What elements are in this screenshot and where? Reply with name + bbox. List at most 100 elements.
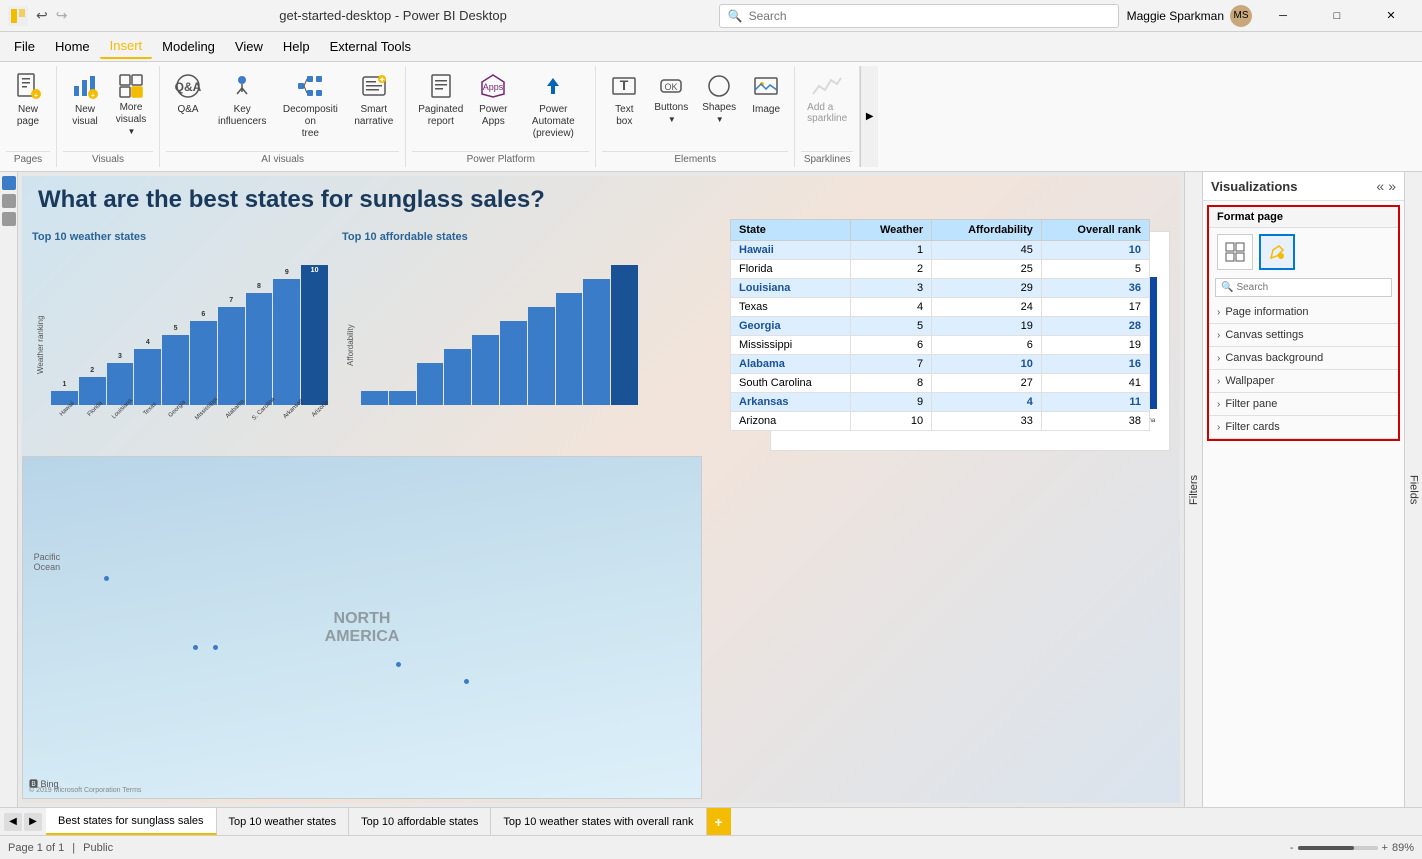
accordion-canvas-background[interactable]: › Canvas background (1209, 347, 1398, 370)
accordion-filter-pane[interactable]: › Filter pane (1209, 393, 1398, 416)
filters-panel[interactable]: Filters (1184, 172, 1202, 807)
svg-text:T: T (620, 77, 629, 93)
left-chart-xlabels: Hawaii Florida Louisiana Texas Georgia M… (32, 407, 332, 413)
accordion-filter-cards[interactable]: › Filter cards (1209, 416, 1398, 439)
page-info: Page 1 of 1 (8, 842, 64, 854)
minimize-button[interactable]: ─ (1260, 0, 1306, 32)
paginated-report-button[interactable]: Paginatedreport (412, 66, 469, 132)
ribbon-group-pages: + Newpage Pages (0, 66, 57, 167)
format-search-box[interactable]: 🔍 (1215, 278, 1392, 297)
add-tab-button[interactable]: + (707, 808, 731, 835)
zoom-minus[interactable]: - (1290, 842, 1294, 854)
decomposition-tree-button[interactable]: Decompositiontree (274, 66, 346, 144)
new-visual-icon: + (69, 70, 101, 102)
text-box-button[interactable]: T Textbox (602, 66, 646, 132)
zoom-bar[interactable] (1298, 846, 1378, 850)
accordion-wallpaper[interactable]: › Wallpaper (1209, 370, 1398, 393)
separator: | (72, 842, 75, 854)
menu-bar: File Home Insert Modeling View Help Exte… (0, 32, 1422, 62)
state-cell: Georgia (731, 317, 851, 336)
pages-icon[interactable] (2, 176, 16, 190)
ribbon-scroll-right[interactable]: ▶ (860, 66, 878, 167)
table-row: Hawaii14510 (731, 241, 1150, 260)
viz-panel-header: Visualizations « » (1203, 172, 1404, 201)
title-bar: ↩ ↪ get-started-desktop - Power BI Deskt… (0, 0, 1422, 32)
viz-panel-expand-right[interactable]: » (1388, 178, 1396, 194)
buttons-icon: OK (655, 70, 687, 102)
menu-insert[interactable]: Insert (100, 34, 153, 59)
decomposition-tree-icon (294, 70, 326, 102)
zoom-plus[interactable]: + (1382, 842, 1388, 854)
menu-view[interactable]: View (225, 35, 273, 58)
fields-panel[interactable]: Fields (1404, 172, 1422, 807)
canvas-background-label: Canvas background (1225, 352, 1323, 364)
tab-nav-right[interactable]: ▶ (24, 813, 42, 831)
tab-affordable-states[interactable]: Top 10 affordable states (349, 808, 491, 835)
viz-panel-collapse-left[interactable]: « (1376, 178, 1384, 194)
tab-best-states[interactable]: Best states for sunglass sales (46, 808, 217, 835)
power-platform-group-label: Power Platform (412, 151, 589, 167)
table-row: Mississippi6619 (731, 336, 1150, 355)
more-visuals-button[interactable]: Morevisuals ▼ (109, 66, 153, 140)
tab-nav-left[interactable]: ◀ (4, 813, 22, 831)
ribbon-group-visuals: + Newvisual Morevisuals ▼ Visuals (57, 66, 160, 167)
format-page-paint-icon[interactable] (1259, 234, 1295, 270)
state-cell: Hawaii (731, 241, 851, 260)
left-panel (0, 172, 18, 807)
image-button[interactable]: Image (744, 66, 788, 120)
buttons-button[interactable]: OK Buttons ▼ (648, 66, 694, 128)
new-visual-button[interactable]: + Newvisual (63, 66, 107, 132)
bar-alabama: 7 (218, 307, 245, 405)
search-bar[interactable]: 🔍 (719, 4, 1119, 28)
left-icon-2[interactable] (2, 194, 16, 208)
more-visuals-icon (115, 70, 147, 102)
close-button[interactable]: ✕ (1368, 0, 1414, 32)
tab-overall-rank[interactable]: Top 10 weather states with overall rank (491, 808, 706, 835)
left-icon-3[interactable] (2, 212, 16, 226)
redo-btn[interactable]: ↪ (56, 7, 68, 24)
accordion-canvas-settings[interactable]: › Canvas settings (1209, 324, 1398, 347)
accordion-page-information[interactable]: › Page information (1209, 301, 1398, 324)
buttons-chevron: ▼ (668, 115, 676, 124)
filters-label: Filters (1188, 475, 1200, 505)
image-label: Image (752, 104, 780, 116)
tab-weather-states[interactable]: Top 10 weather states (217, 808, 350, 835)
add-sparkline-icon (811, 70, 843, 102)
maximize-button[interactable]: □ (1314, 0, 1360, 32)
add-sparkline-button[interactable]: Add asparkline (801, 66, 853, 128)
rbar-1 (361, 391, 388, 405)
power-automate-button[interactable]: Power Automate(preview) (517, 66, 589, 144)
decomposition-tree-label: Decompositiontree (280, 104, 340, 140)
text-box-label: Textbox (615, 104, 633, 128)
chevron-right-icon: › (1217, 307, 1220, 318)
shapes-button[interactable]: Shapes ▼ (696, 66, 742, 128)
table-row: Arkansas9411 (731, 393, 1150, 412)
col-affordability: Affordability (932, 220, 1042, 241)
format-page-grid-icon[interactable] (1217, 234, 1253, 270)
menu-home[interactable]: Home (45, 35, 100, 58)
svg-text:Apps: Apps (483, 82, 504, 92)
new-page-button[interactable]: + Newpage (6, 66, 50, 132)
ribbon-pages-items: + Newpage (6, 66, 50, 149)
menu-help[interactable]: Help (273, 35, 320, 58)
rbar-10 (611, 265, 638, 405)
smart-narrative-label: Smartnarrative (354, 104, 393, 128)
format-search-input[interactable] (1236, 282, 1386, 293)
paginated-report-icon (425, 70, 457, 102)
user-area: Maggie Sparkman MS (1127, 5, 1252, 27)
right-bar-chart: Top 10 affordable states Affordability (342, 231, 642, 451)
menu-file[interactable]: File (4, 35, 45, 58)
undo-btn[interactable]: ↩ (36, 7, 48, 24)
key-influencers-button[interactable]: Keyinfluencers (212, 66, 272, 132)
search-input[interactable] (749, 9, 1110, 23)
rbar-8 (556, 293, 583, 405)
smart-narrative-icon: ✦ (358, 70, 390, 102)
smart-narrative-button[interactable]: ✦ Smartnarrative (348, 66, 399, 132)
menu-modeling[interactable]: Modeling (152, 35, 225, 58)
power-apps-button[interactable]: Apps PowerApps (471, 66, 515, 132)
canvas-title: What are the best states for sunglass sa… (38, 186, 740, 214)
qa-button[interactable]: Q&A Q&A (166, 66, 210, 120)
menu-external-tools[interactable]: External Tools (320, 35, 421, 58)
fields-label: Fields (1408, 475, 1420, 504)
chevron-right-icon-3: › (1217, 353, 1220, 364)
